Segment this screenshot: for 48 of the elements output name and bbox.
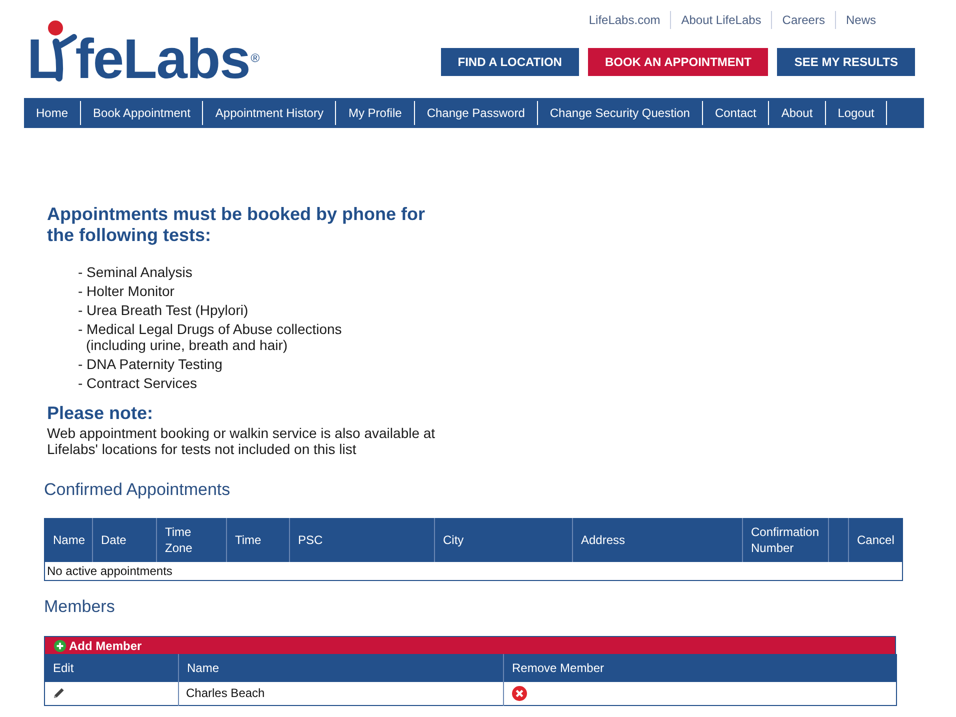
add-member-button[interactable]: Add Member [54,638,142,652]
column-header: Date [92,518,156,562]
column-header: Cancel [848,518,902,562]
column-header: Name [44,518,92,562]
column-header: Time Zone [156,518,226,562]
top-link[interactable]: News [834,11,886,29]
plus-circle-icon [54,640,66,652]
top-link[interactable]: Careers [771,11,835,29]
book-appointment-button[interactable]: BOOK AN APPOINTMENT [588,48,768,76]
top-link[interactable]: LifeLabs.com [578,11,670,29]
registered-mark: ® [250,51,260,65]
nav-link[interactable]: About [769,101,826,125]
note-text: Web appointment booking or walkin service is also available at Lifelabs' locations for tests not included on this list [47,425,436,457]
column-header: Address [572,518,742,562]
column-header: Time [226,518,290,562]
test-item: - Seminal Analysis [78,264,192,280]
test-item: - Urea Breath Test (Hpylori) [78,302,248,318]
nav-link[interactable]: Book Appointment [81,101,204,125]
nav-link[interactable]: Change Security Question [538,101,703,125]
nav-link[interactable]: My Profile [336,101,415,125]
column-header: Remove Member [504,654,896,682]
logo-wordmark[interactable]: feLabs [75,36,250,82]
header-button[interactable]: FIND A LOCATION [440,48,579,76]
column-header: Confirmation Number [742,518,828,562]
test-item: - DNA Paternity Testing [78,356,222,372]
section-title: Members [44,597,115,617]
column-header: City [434,518,572,562]
column-header: PSC [290,518,434,562]
remove-circle-icon[interactable] [512,686,527,701]
test-item: - Medical Legal Drugs of Abuse collections (including urine, breath and hair) [78,321,342,353]
test-item: - Holter Monitor [78,283,174,299]
section-title: Confirmed Appointments [44,480,230,500]
empty-message: No active appointments [44,562,902,580]
top-link[interactable]: About LifeLabs [670,11,772,29]
table-cell: Charles Beach [178,682,504,706]
nav-link[interactable]: Contact [702,101,770,125]
note-heading: Please note: [47,403,154,424]
nav-link[interactable]: Appointment History [203,101,336,125]
column-header: Name [178,654,504,682]
logo-letter[interactable]: L [27,36,60,82]
nav-link[interactable]: Logout [826,101,888,125]
test-item: - Contract Services [78,375,198,391]
nav-link[interactable]: Home [24,101,82,125]
nav-link[interactable]: Change Password [414,101,538,125]
notice-heading: Appointments must be booked by phone for the following tests: [47,204,426,246]
pencil-icon[interactable] [53,687,65,700]
header-button[interactable]: SEE MY RESULTS [777,48,915,76]
column-header: Edit [44,654,178,682]
